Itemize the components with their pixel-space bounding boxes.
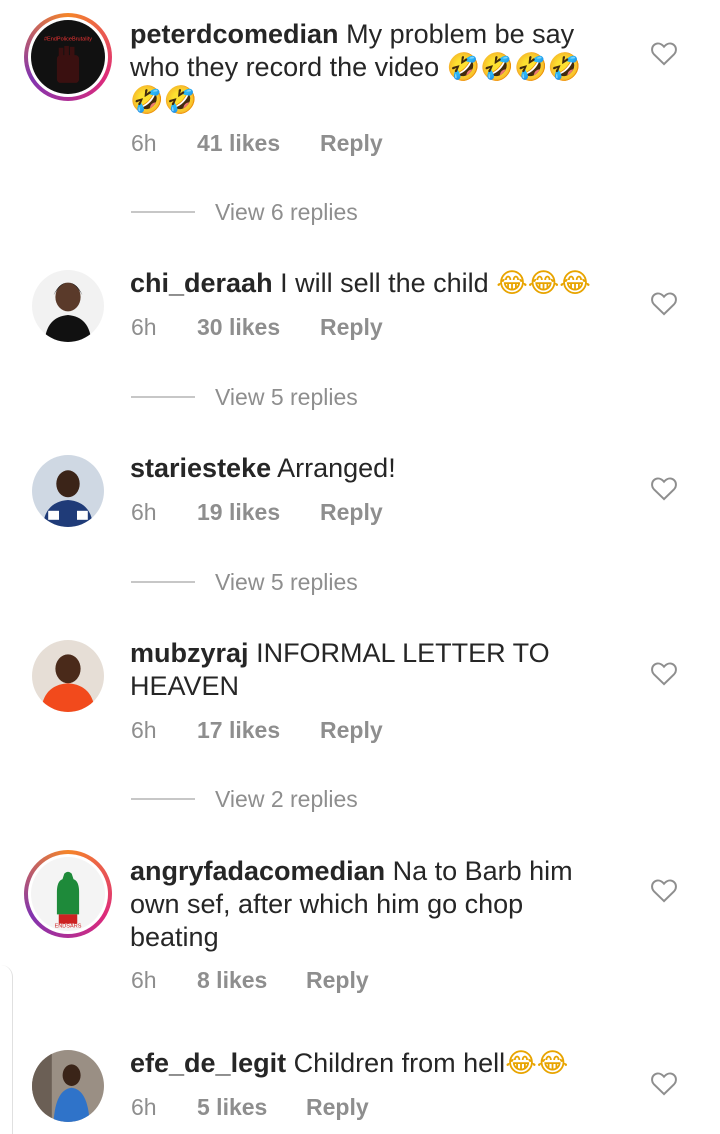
avatar[interactable] [24,262,112,350]
comment-text: mubzyraj INFORMAL LETTER TO HEAVEN [130,637,600,703]
username[interactable]: chi_deraah [130,268,273,298]
reply-button[interactable]: Reply [320,130,383,157]
replies-divider [131,211,195,213]
avatar-caption: ENDSARS [55,923,82,929]
view-replies-label[interactable]: View 6 replies [215,199,358,226]
likes-count[interactable]: 19 likes [197,499,280,526]
avatar[interactable] [24,1042,112,1130]
like-heart-icon[interactable] [650,660,678,686]
comment-body: I will sell the child [280,268,489,298]
avatar[interactable] [24,632,112,720]
like-heart-icon[interactable] [650,40,678,66]
like-heart-icon[interactable] [650,475,678,501]
view-replies-label[interactable]: View 5 replies [215,384,358,411]
timestamp: 6h [131,130,157,156]
timestamp: 6h [131,967,157,993]
view-replies-label[interactable]: View 5 replies [215,569,358,596]
likes-count[interactable]: 5 likes [197,1094,267,1121]
likes-count[interactable]: 8 likes [197,967,267,994]
emoji: 😂😂 [505,1048,569,1079]
emoji: 😂😂😂 [496,268,591,299]
reply-button[interactable]: Reply [320,314,383,341]
comment-body: Children from hell [293,1048,506,1078]
like-heart-icon[interactable] [650,877,678,903]
comment-text: angryfadacomedian Na to Barb him own sef… [130,855,600,954]
likes-count[interactable]: 17 likes [197,717,280,744]
username[interactable]: efe_de_legit [130,1048,286,1078]
reply-button[interactable]: Reply [306,1094,369,1121]
timestamp: 6h [131,499,157,525]
comment-text: peterdcomedian My problem be say who the… [130,18,600,117]
avatar-caption: #EndPoliceBrutality [44,36,92,42]
reply-button[interactable]: Reply [320,499,383,526]
comment-body: Arranged! [277,453,396,483]
replies-divider [131,798,195,800]
reply-button[interactable]: Reply [320,717,383,744]
username[interactable]: angryfadacomedian [130,856,385,886]
comment-text: chi_deraah I will sell the child 😂😂😂 [130,267,600,300]
likes-count[interactable]: 41 likes [197,130,280,157]
like-heart-icon[interactable] [650,290,678,316]
username[interactable]: peterdcomedian [130,19,339,49]
avatar[interactable]: ENDSARS [24,850,112,938]
view-replies-label[interactable]: View 2 replies [215,786,358,813]
username[interactable]: mubzyraj [130,638,249,668]
avatar[interactable] [24,447,112,535]
likes-count[interactable]: 30 likes [197,314,280,341]
like-heart-icon[interactable] [650,1070,678,1096]
replies-divider [131,581,195,583]
reply-button[interactable]: Reply [306,967,369,994]
timestamp: 6h [131,314,157,340]
timestamp: 6h [131,717,157,743]
replies-divider [131,396,195,398]
comment-text: stariesteke Arranged! [130,452,600,485]
left-edge-decoration [0,965,13,1134]
username[interactable]: stariesteke [130,453,271,483]
comment-text: efe_de_legit Children from hell😂😂 [130,1047,600,1080]
avatar[interactable]: #EndPoliceBrutality [24,13,112,101]
timestamp: 6h [131,1094,157,1120]
